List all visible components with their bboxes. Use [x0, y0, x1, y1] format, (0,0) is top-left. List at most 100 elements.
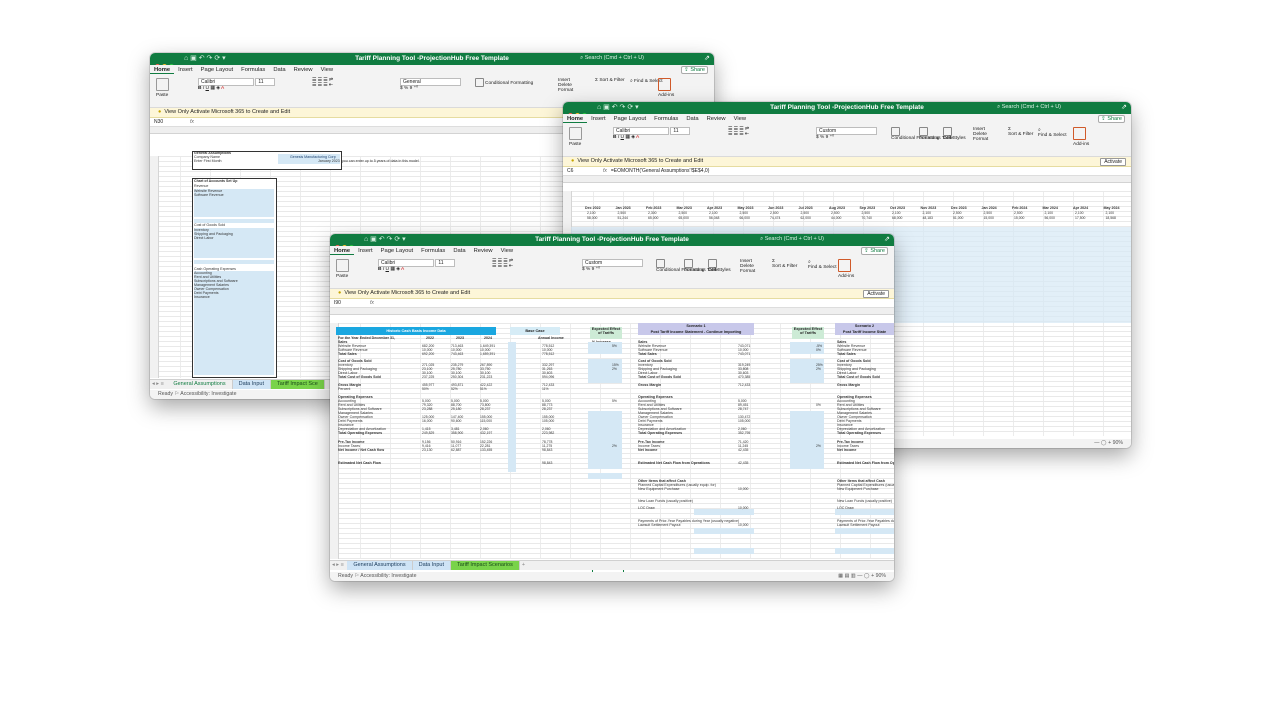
data-cell[interactable]: 58,000	[587, 216, 597, 220]
tab-page-layout[interactable]: Page Layout	[377, 246, 418, 254]
hist-value-cell[interactable]: 62,887	[451, 448, 461, 452]
data-cell[interactable]: 44,000	[831, 216, 841, 220]
title-bar[interactable]: ⌂ ▣ ↶ ↷ ⟳ ▾ Tariff Planning Tool -Projec…	[563, 102, 1131, 118]
search-box[interactable]: ⌕ Search (Cmd + Ctrl + U)	[997, 104, 1061, 111]
base-case-cell[interactable]: 594,096	[542, 375, 554, 379]
scn2-lawsuit-band[interactable]	[835, 548, 894, 554]
hist-value-cell[interactable]: 743,463	[451, 352, 463, 356]
activate-button[interactable]: Activate	[1100, 158, 1126, 166]
data-cell[interactable]: 2,500	[801, 211, 810, 215]
tab-formulas[interactable]: Formulas	[650, 114, 682, 122]
base-case-cell[interactable]: 223,982	[542, 431, 554, 435]
add-ins-button[interactable]: Add-ins	[838, 259, 854, 279]
data-cell[interactable]: 70,740	[862, 216, 872, 220]
borders-icon[interactable]: ▦	[625, 135, 630, 140]
hist-value-cell[interactable]: 249,829	[422, 431, 434, 435]
currency-percent-icons[interactable]: $ % 9 ⁺⁰	[582, 267, 600, 272]
scenario1-value-cell[interactable]: 10,000	[738, 523, 748, 527]
bold-button[interactable]: B	[378, 267, 381, 272]
tab-insert[interactable]: Insert	[354, 246, 377, 254]
cell-styles-button[interactable]: Cell Styles	[708, 259, 731, 273]
hist-value-cell[interactable]: 16,000	[422, 419, 432, 423]
data-cell[interactable]: 74,474	[770, 216, 780, 220]
effect2-pct-cell[interactable]: 2%	[816, 367, 821, 371]
effect-pct-cell[interactable]: 2%	[612, 367, 617, 371]
fill-color-icon[interactable]: ◈	[631, 135, 635, 140]
effect-pct-cell[interactable]: 5%	[612, 399, 617, 403]
align-icons[interactable]: ☰ ☰ ☰ ⇌ ☰ ☰ ☰ ⇤	[492, 259, 513, 269]
data-cell[interactable]: 2,100	[587, 211, 596, 215]
hist-value-cell[interactable]: 1,659,391	[480, 352, 495, 356]
formula-bar[interactable]: I90 fx	[330, 299, 894, 308]
data-cell[interactable]: 2,500	[953, 211, 962, 215]
tab-page-layout[interactable]: Page Layout	[610, 114, 651, 122]
hist-value-cell[interactable]: 432,197	[480, 431, 492, 435]
title-bar[interactable]: ⌂ ▣ ↶ ↷ ⟳ ▾ Tariff Planning Tool -Projec…	[150, 53, 714, 69]
scn2-loc-band[interactable]	[835, 528, 894, 534]
sheet-tab-data-input[interactable]: Data Input	[412, 561, 451, 570]
share-button[interactable]: ⇪ Share	[1098, 115, 1125, 123]
accessibility-status[interactable]: ⚐ Accessibility: Investigate	[174, 391, 236, 397]
sheet-tab-data-input[interactable]: Data Input	[232, 380, 271, 389]
tab-review[interactable]: Review	[290, 65, 317, 73]
data-cell[interactable]: 51,000	[953, 216, 963, 220]
italic-button[interactable]: I	[203, 86, 204, 91]
sort-filter-button[interactable]: Σ Sort & Filter	[772, 259, 797, 269]
hist-value-cell[interactable]: 250,304	[451, 375, 463, 379]
sort-filter-button[interactable]: Σ Sort & Filter	[1008, 127, 1033, 137]
data-cell[interactable]: 2,500	[1014, 211, 1023, 215]
scenario1-value-cell[interactable]: 28,747	[738, 407, 748, 411]
scn1-loc-band[interactable]	[694, 528, 754, 534]
fill-color-icon[interactable]: ◈	[216, 86, 220, 91]
font-name-select[interactable]: Calibri	[378, 259, 434, 267]
hist-value-cell[interactable]: 358,900	[451, 431, 463, 435]
data-cell[interactable]: 62,000	[801, 216, 811, 220]
effect2-input-band[interactable]	[790, 411, 824, 469]
tab-data[interactable]: Data	[682, 114, 702, 122]
tab-home[interactable]: Home	[563, 114, 588, 123]
font-color-icon[interactable]: A	[401, 267, 404, 272]
align-icons[interactable]: ☰ ☰ ☰ ⇌ ☰ ☰ ☰ ⇤	[312, 78, 333, 88]
data-cell[interactable]: 48,183	[923, 216, 933, 220]
data-cell[interactable]: 2,100	[923, 211, 932, 215]
add-sheet-button[interactable]: +	[520, 561, 527, 570]
data-cell[interactable]: 65,000	[648, 216, 658, 220]
data-cell[interactable]: 2,100	[1075, 211, 1084, 215]
paste-button[interactable]: Paste	[156, 78, 169, 98]
growth-input-band[interactable]	[508, 342, 516, 472]
hist-value-cell[interactable]: 90,600	[451, 419, 461, 423]
name-box[interactable]: N30	[154, 118, 186, 126]
italic-button[interactable]: I	[383, 267, 384, 272]
number-format-select[interactable]: Custom	[816, 127, 877, 135]
data-cell[interactable]: 2,500	[679, 211, 688, 215]
title-bar[interactable]: ⌂ ▣ ↶ ↷ ⟳ ▾ Tariff Planning Tool -Projec…	[330, 234, 894, 250]
hist-value-cell[interactable]: 115,000	[480, 419, 492, 423]
data-cell[interactable]: 2,500	[770, 211, 779, 215]
scenario1-value-cell[interactable]: 352,795	[738, 431, 750, 435]
find-select-button[interactable]: ⌕ Find & Select	[1038, 127, 1067, 138]
number-format-select[interactable]: Custom	[582, 259, 643, 267]
italic-button[interactable]: I	[618, 135, 619, 140]
hist-value-cell[interactable]: 25,180	[451, 407, 461, 411]
tab-home[interactable]: Home	[330, 246, 355, 255]
scenario1-value-cell[interactable]: 470,385	[738, 375, 750, 379]
data-cell[interactable]: 2,500	[740, 211, 749, 215]
tab-data[interactable]: Data	[449, 246, 469, 254]
data-cell[interactable]: 65,000	[679, 216, 689, 220]
hist-value-cell[interactable]: 133,455	[480, 448, 492, 452]
font-size-select[interactable]: 11	[435, 259, 456, 267]
tab-insert[interactable]: Insert	[587, 114, 610, 122]
currency-percent-icons[interactable]: $ % 9 ⁺⁰	[816, 135, 834, 140]
tab-home[interactable]: Home	[150, 65, 175, 74]
hist-value-cell[interactable]: 52%	[451, 387, 458, 391]
tab-data[interactable]: Data	[269, 65, 289, 73]
font-color-icon[interactable]: A	[221, 86, 224, 91]
tab-view[interactable]: View	[497, 246, 517, 254]
number-format-select[interactable]: General	[400, 78, 461, 86]
scenario1-value-cell[interactable]: 712,433	[738, 383, 750, 387]
tab-formulas[interactable]: Formulas	[417, 246, 449, 254]
font-name-select[interactable]: Calibri	[198, 78, 254, 86]
base-case-cell[interactable]: 98,843	[542, 461, 552, 465]
data-cell[interactable]: 2,100	[1045, 211, 1054, 215]
tab-insert[interactable]: Insert	[174, 65, 197, 73]
